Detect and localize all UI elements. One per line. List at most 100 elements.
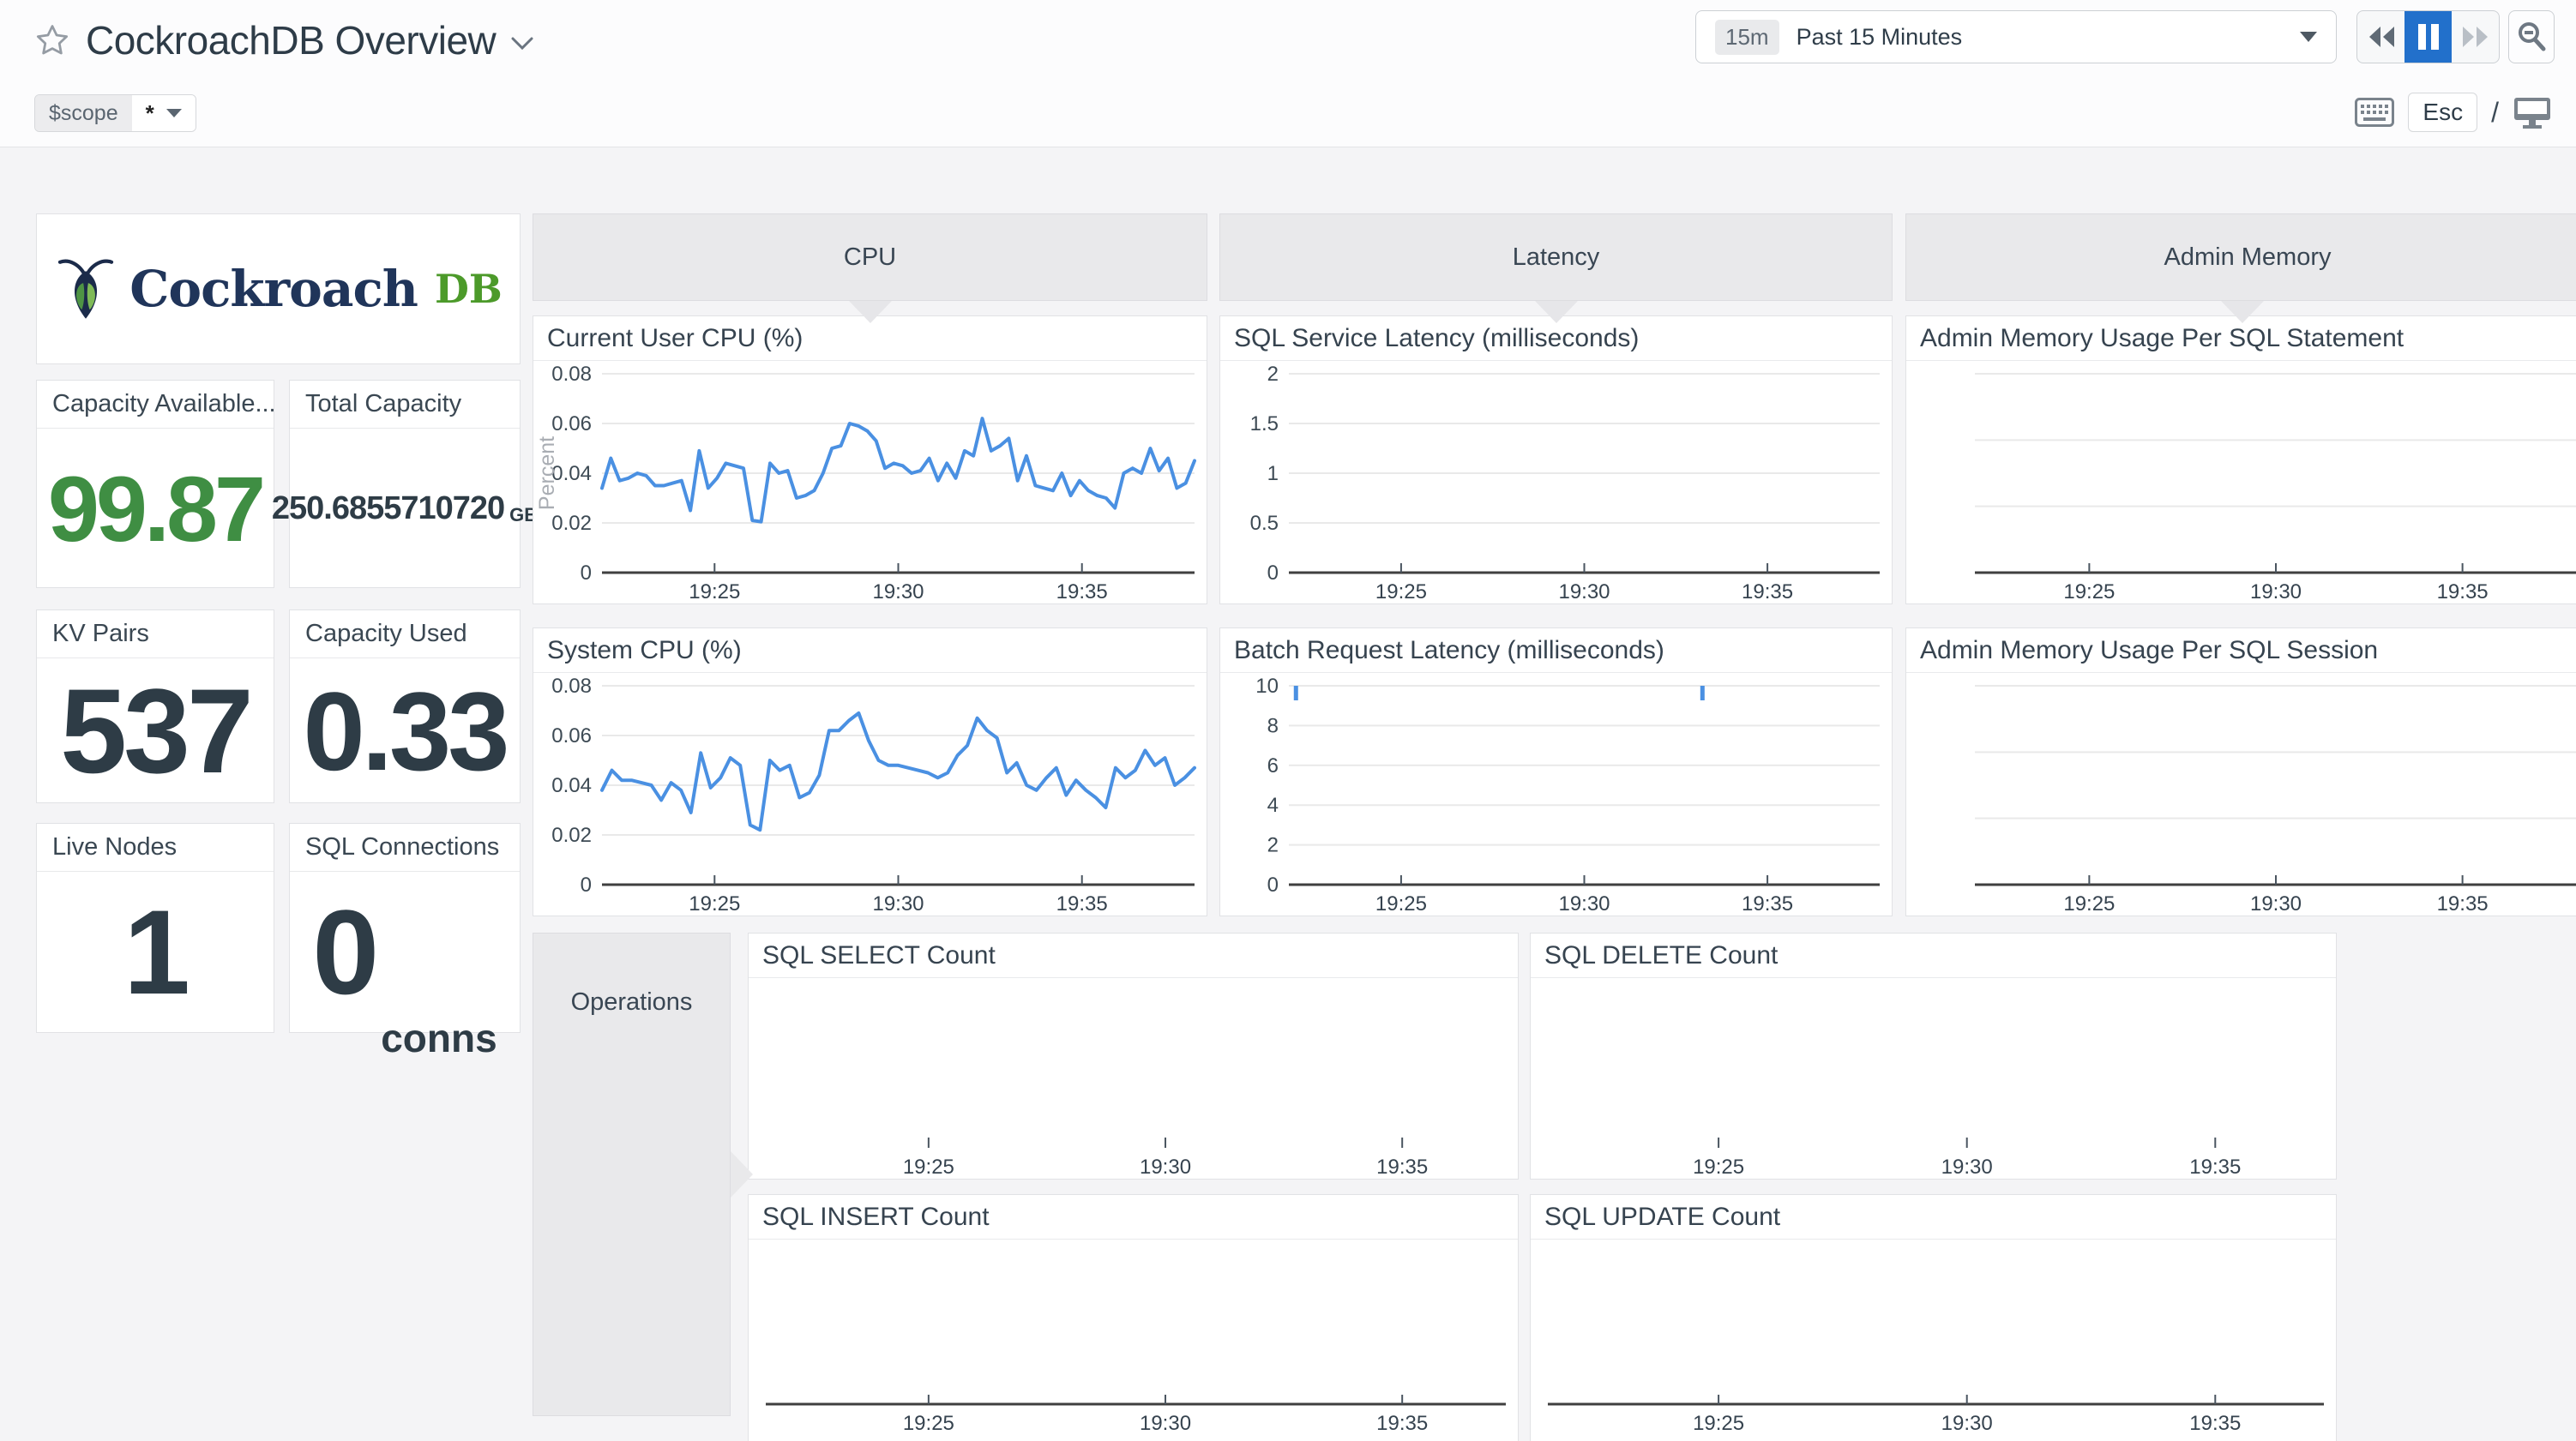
chart-plot-area[interactable]: 19:25 19:30 19:35 <box>1906 674 2576 916</box>
svg-text:0.04: 0.04 <box>551 774 592 797</box>
chart-card-system-cpu[interactable]: System CPU (%) 00.020.040.060.0819:2519:… <box>533 627 1207 916</box>
svg-text:0: 0 <box>581 874 592 897</box>
svg-text:0.02: 0.02 <box>551 512 592 535</box>
group-header-cpu[interactable]: CPU <box>533 213 1207 301</box>
chart-card-sql-service-latency[interactable]: SQL Service Latency (milliseconds) 00.51… <box>1219 315 1893 604</box>
chart-title: System CPU (%) <box>533 628 1207 673</box>
svg-text:19:30: 19:30 <box>1941 1156 1993 1179</box>
svg-text:19:25: 19:25 <box>2063 580 2115 603</box>
title-chevron-down-icon[interactable] <box>511 37 533 51</box>
chart-card-admin-memory-statement[interactable]: Admin Memory Usage Per SQL Statement 19:… <box>1905 315 2576 604</box>
scope-variable-label: $scope <box>35 95 132 131</box>
brand-wordmark-suffix: DB <box>435 266 503 312</box>
favorite-star-icon[interactable] <box>34 22 70 58</box>
esc-key-button[interactable]: Esc <box>2408 93 2477 132</box>
caret-down-icon <box>2300 32 2317 42</box>
chart-title: SQL SELECT Count <box>749 934 1518 978</box>
svg-text:2: 2 <box>1267 834 1279 857</box>
svg-text:19:30: 19:30 <box>1140 1412 1191 1435</box>
svg-text:0.5: 0.5 <box>1250 512 1279 535</box>
stat-card-sql-connections[interactable]: SQL Connections 0 conns <box>289 823 521 1033</box>
zoom-out-button[interactable] <box>2508 10 2555 63</box>
chart-plot-area[interactable]: 024681019:2519:3019:35 <box>1220 674 1892 916</box>
stat-value: 0.33 <box>303 667 506 796</box>
group-notch-operations <box>731 1151 753 1198</box>
stat-title: Total Capacity <box>290 381 520 429</box>
keyboard-icon[interactable] <box>2355 98 2394 127</box>
stat-card-total-capacity[interactable]: Total Capacity 250.6855710720 GB <box>289 380 521 588</box>
chart-plot-area[interactable]: 19:2519:3019:35 <box>749 979 1518 1179</box>
svg-text:19:30: 19:30 <box>1558 892 1610 916</box>
group-header-operations[interactable]: Operations <box>533 933 731 1416</box>
svg-text:19:25: 19:25 <box>2063 892 2115 916</box>
chart-plot-area[interactable]: 19:2519:3019:35 <box>1906 362 2576 603</box>
group-header-admin-memory[interactable]: Admin Memory <box>1905 213 2576 301</box>
chart-card-sql-update-count[interactable]: SQL UPDATE Count 19:2519:3019:35 <box>1530 1194 2337 1441</box>
svg-text:19:30: 19:30 <box>1941 1412 1993 1435</box>
svg-text:0.02: 0.02 <box>551 824 592 847</box>
svg-text:19:35: 19:35 <box>2437 892 2489 916</box>
chart-card-sql-insert-count[interactable]: SQL INSERT Count 19:2519:3019:35 <box>748 1194 1519 1441</box>
stat-card-capacity-available[interactable]: Capacity Available... 99.87 <box>36 380 274 588</box>
svg-text:0.06: 0.06 <box>551 412 592 435</box>
chart-card-sql-delete-count[interactable]: SQL DELETE Count 19:2519:3019:35 <box>1530 933 2337 1180</box>
chart-card-admin-memory-session[interactable]: Admin Memory Usage Per SQL Session 19:25… <box>1905 627 2576 916</box>
dashboard-title-row: CockroachDB Overview <box>34 12 533 69</box>
svg-text:19:25: 19:25 <box>1693 1412 1744 1435</box>
svg-text:19:25: 19:25 <box>689 892 740 916</box>
stat-value: 250.6855710720 <box>272 490 504 527</box>
keyboard-shortcut-hints: Esc / <box>2355 93 2552 132</box>
cockroachdb-logo-card: Cockroach DB <box>36 213 521 364</box>
stat-title: SQL Connections <box>290 824 520 872</box>
chart-plot-area[interactable]: 00.511.5219:2519:3019:35 <box>1220 362 1892 603</box>
stat-value: 99.87 <box>48 455 262 562</box>
chart-plot-area[interactable]: 19:2519:3019:35 <box>749 1240 1518 1441</box>
svg-text:19:30: 19:30 <box>2250 892 2302 916</box>
group-header-latency[interactable]: Latency <box>1219 213 1893 301</box>
scope-template-variable[interactable]: $scope * <box>34 94 196 132</box>
chart-title: SQL INSERT Count <box>749 1195 1518 1240</box>
pause-button[interactable] <box>2404 11 2452 63</box>
svg-text:10: 10 <box>1255 675 1279 698</box>
svg-text:19:25: 19:25 <box>1693 1156 1744 1179</box>
chart-card-sql-select-count[interactable]: SQL SELECT Count 19:2519:3019:35 <box>748 933 1519 1180</box>
group-notch-admin-memory <box>2221 301 2264 323</box>
chart-title: SQL UPDATE Count <box>1531 1195 2336 1240</box>
group-label: Admin Memory <box>2164 243 2332 272</box>
svg-text:19:25: 19:25 <box>903 1412 954 1435</box>
chart-plot-area[interactable]: 19:2519:3019:35 <box>1531 1240 2336 1441</box>
chart-plot-area[interactable]: 00.020.040.060.0819:2519:3019:35 <box>533 674 1207 916</box>
zoom-out-icon <box>2516 21 2547 53</box>
svg-text:19:35: 19:35 <box>1742 892 1793 916</box>
rewind-button[interactable] <box>2357 11 2404 63</box>
svg-text:1.5: 1.5 <box>1250 412 1279 435</box>
subheader-row: $scope * Esc / <box>34 93 2552 137</box>
chart-plot-area[interactable]: 19:2519:3019:35 <box>1531 979 2336 1179</box>
chart-plot-area[interactable]: 00.020.040.060.0819:2519:3019:35Percent <box>533 362 1207 603</box>
fast-forward-icon <box>2460 24 2491 50</box>
svg-text:19:35: 19:35 <box>1376 1156 1428 1179</box>
fullscreen-monitor-icon[interactable] <box>2513 95 2552 129</box>
svg-text:0: 0 <box>1267 874 1279 897</box>
svg-text:19:35: 19:35 <box>1742 580 1793 603</box>
svg-text:0: 0 <box>1267 561 1279 585</box>
group-label: Latency <box>1513 243 1600 272</box>
stat-card-live-nodes[interactable]: Live Nodes 1 <box>36 823 274 1033</box>
forward-button[interactable] <box>2452 11 2499 63</box>
svg-text:0.08: 0.08 <box>551 675 592 698</box>
svg-text:19:25: 19:25 <box>903 1156 954 1179</box>
chart-card-current-user-cpu[interactable]: Current User CPU (%) 00.020.040.060.0819… <box>533 315 1207 604</box>
stat-card-kv-pairs[interactable]: KV Pairs 537 <box>36 609 274 803</box>
page-header: CockroachDB Overview 15m Past 15 Minutes <box>0 0 2576 147</box>
playback-controls <box>2356 10 2500 63</box>
svg-text:1: 1 <box>1267 462 1279 485</box>
chart-card-batch-request-latency[interactable]: Batch Request Latency (milliseconds) 024… <box>1219 627 1893 916</box>
time-range-picker[interactable]: 15m Past 15 Minutes <box>1695 10 2337 63</box>
brand-wordmark: Cockroach <box>129 260 418 318</box>
svg-text:0: 0 <box>581 561 592 585</box>
stat-title: Capacity Used <box>290 610 520 658</box>
stat-card-capacity-used[interactable]: Capacity Used 0.33 <box>289 609 521 803</box>
stat-title: Live Nodes <box>37 824 274 872</box>
rewind-icon <box>2366 24 2397 50</box>
chart-title: Batch Request Latency (milliseconds) <box>1220 628 1892 673</box>
